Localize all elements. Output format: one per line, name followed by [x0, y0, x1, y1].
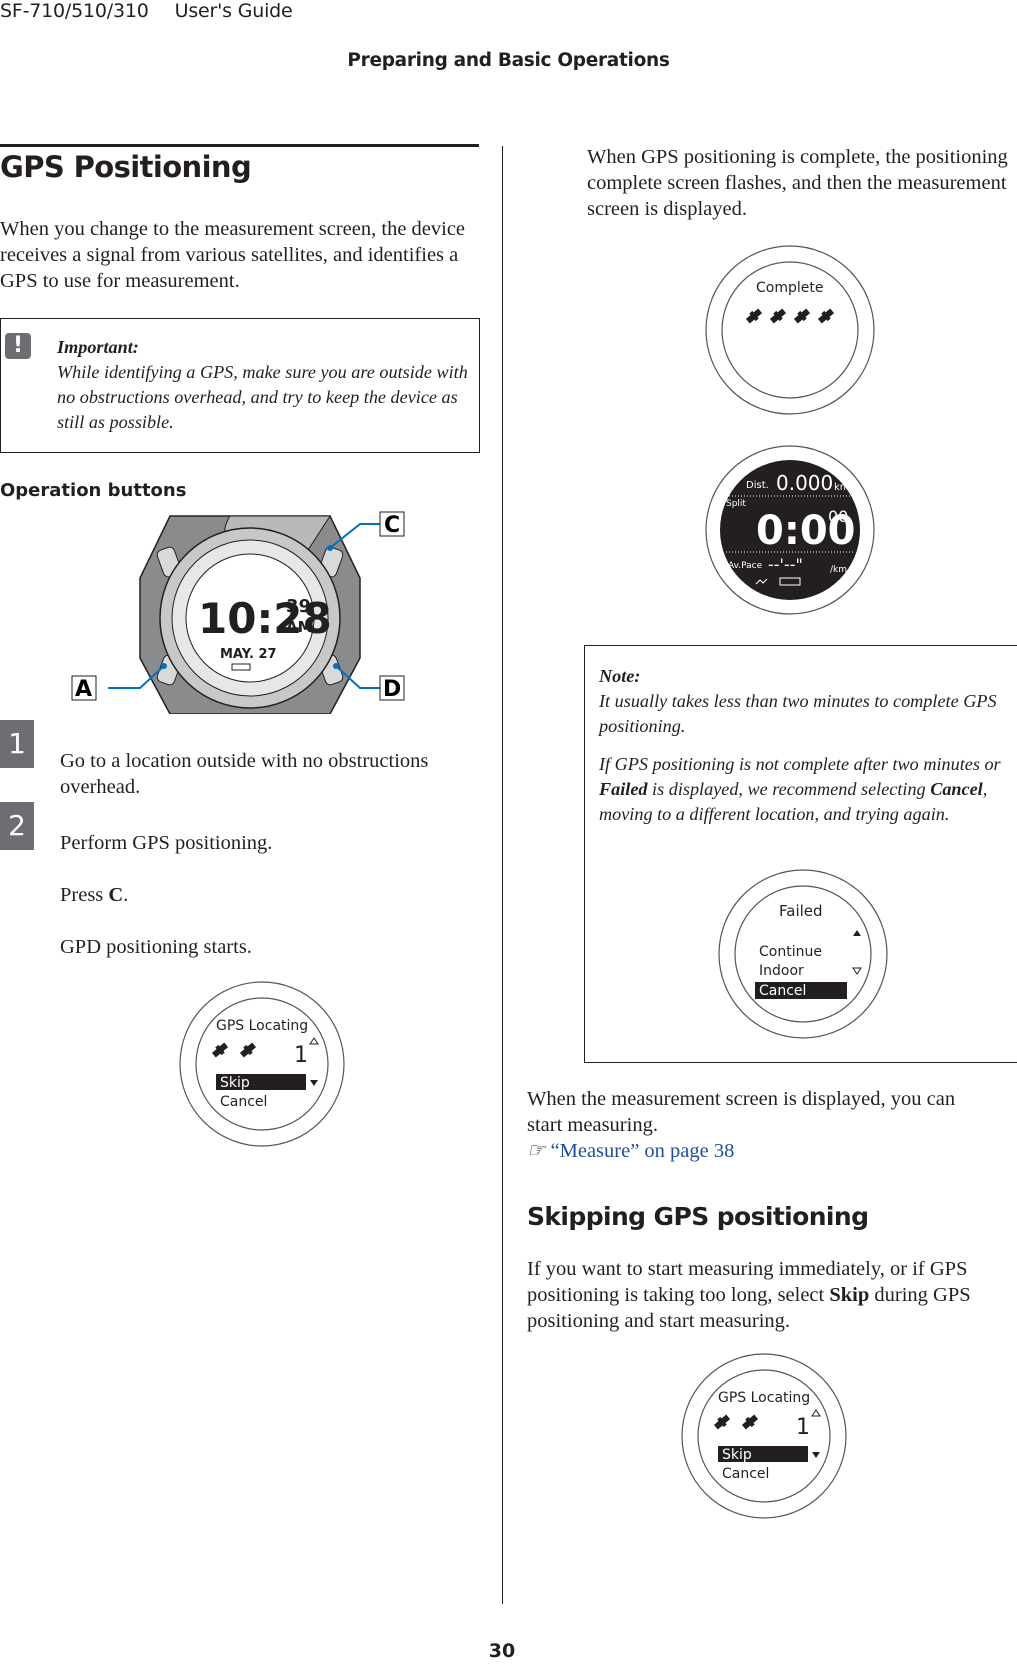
option-cancel[interactable]: Cancel	[220, 1094, 267, 1110]
option-skip[interactable]: Skip	[722, 1447, 752, 1463]
option-cancel[interactable]: Cancel	[759, 983, 806, 999]
option-indoor[interactable]: Indoor	[759, 963, 804, 979]
section-title: Preparing and Basic Operations	[347, 50, 670, 71]
option-cancel[interactable]: Cancel	[722, 1466, 769, 1482]
model-name: SF-710/510/310	[0, 0, 149, 22]
callout-dot-a	[161, 663, 167, 669]
watch-date: MAY. 27	[220, 647, 277, 662]
callout-dot-c	[327, 545, 333, 551]
important-label: Important:	[57, 337, 139, 357]
dist-unit: km	[834, 482, 850, 493]
pace-value: --'--"	[768, 555, 803, 574]
intro-text: When you change to the measurement scree…	[0, 218, 466, 292]
measurement-screen: Dist. 0.000 km Split 0:00 00 Av.Pace --'…	[705, 445, 875, 615]
watch-seconds: 39	[286, 596, 311, 617]
pointing-hand-icon: ☞	[527, 1140, 546, 1162]
option-continue[interactable]: Continue	[759, 944, 822, 960]
step-2-result: GPD positioning starts.	[60, 936, 252, 958]
step-1-text: Go to a location outside with no obstruc…	[60, 750, 429, 798]
step-2-press: Press C.	[60, 884, 129, 906]
failed-screen: Failed Continue Indoor Cancel	[718, 869, 888, 1039]
complete-intro: When GPS positioning is complete, the po…	[587, 146, 1008, 220]
measure-text: When the measurement screen is displayed…	[527, 1088, 956, 1136]
watch-ampm: AM	[286, 618, 313, 636]
note-p1: It usually takes less than two minutes t…	[599, 691, 997, 736]
pace-label: Av.Pace	[728, 561, 763, 571]
gps-locating-screen-skip: GPS Locating 1 Skip Cancel	[681, 1353, 847, 1519]
important-box: ! Important: While identifying a GPS, ma…	[0, 318, 480, 453]
callout-label-c: C	[384, 513, 400, 538]
step-2-text: Perform GPS positioning.	[60, 832, 273, 854]
dist-label: Dist.	[746, 480, 769, 491]
failed-title: Failed	[779, 902, 823, 920]
title-rule	[0, 144, 479, 147]
callout-label-d: D	[383, 677, 401, 702]
gps-title: GPS Locating	[718, 1390, 810, 1406]
important-content: Important: While identifying a GPS, make…	[57, 335, 475, 435]
gps-title: GPS Locating	[216, 1018, 308, 1034]
watch-illustration: 10:28 39 AM MAY. 27 C A D	[71, 511, 405, 714]
key-c: C	[108, 884, 124, 906]
note-label: Note:	[599, 666, 641, 686]
pace-unit: /km	[830, 565, 847, 575]
step-number-2: 2	[0, 802, 34, 850]
dist-value: 0.000	[776, 471, 833, 495]
skip-heading: Skipping GPS positioning	[527, 1202, 869, 1231]
callout-dot-d	[333, 663, 339, 669]
guide-name: User's Guide	[174, 0, 293, 22]
note-p2: If GPS positioning is not complete after…	[599, 754, 1001, 824]
satellite-count: 1	[796, 1415, 810, 1440]
satellite-count: 1	[294, 1043, 308, 1068]
exclamation-icon: !	[5, 333, 31, 359]
split-sub: 00	[828, 507, 848, 526]
page-number: 30	[488, 1640, 516, 1662]
running-header: SF-710/510/310 User's Guide	[0, 0, 319, 22]
note-content: Note: It usually takes less than two minu…	[599, 664, 1009, 840]
note-box: Note: It usually takes less than two minu…	[584, 645, 1017, 1063]
callout-label-a: A	[75, 677, 92, 702]
gps-locating-screen: GPS Locating 1 Skip Cancel	[179, 981, 345, 1147]
complete-screen: Complete	[705, 245, 875, 415]
important-text: While identifying a GPS, make sure you a…	[57, 362, 468, 432]
measure-link[interactable]: “Measure” on page 38	[551, 1140, 735, 1162]
skip-text: If you want to start measuring immediate…	[527, 1258, 971, 1332]
measure-link-line: ☞ “Measure” on page 38	[527, 1138, 734, 1164]
column-divider	[502, 146, 503, 1604]
complete-title: Complete	[756, 280, 823, 296]
step-number-1: 1	[0, 720, 34, 768]
operation-buttons-heading: Operation buttons	[0, 480, 187, 501]
page-title: GPS Positioning	[0, 150, 252, 184]
option-skip[interactable]: Skip	[220, 1075, 250, 1091]
split-label: Split	[726, 499, 746, 509]
